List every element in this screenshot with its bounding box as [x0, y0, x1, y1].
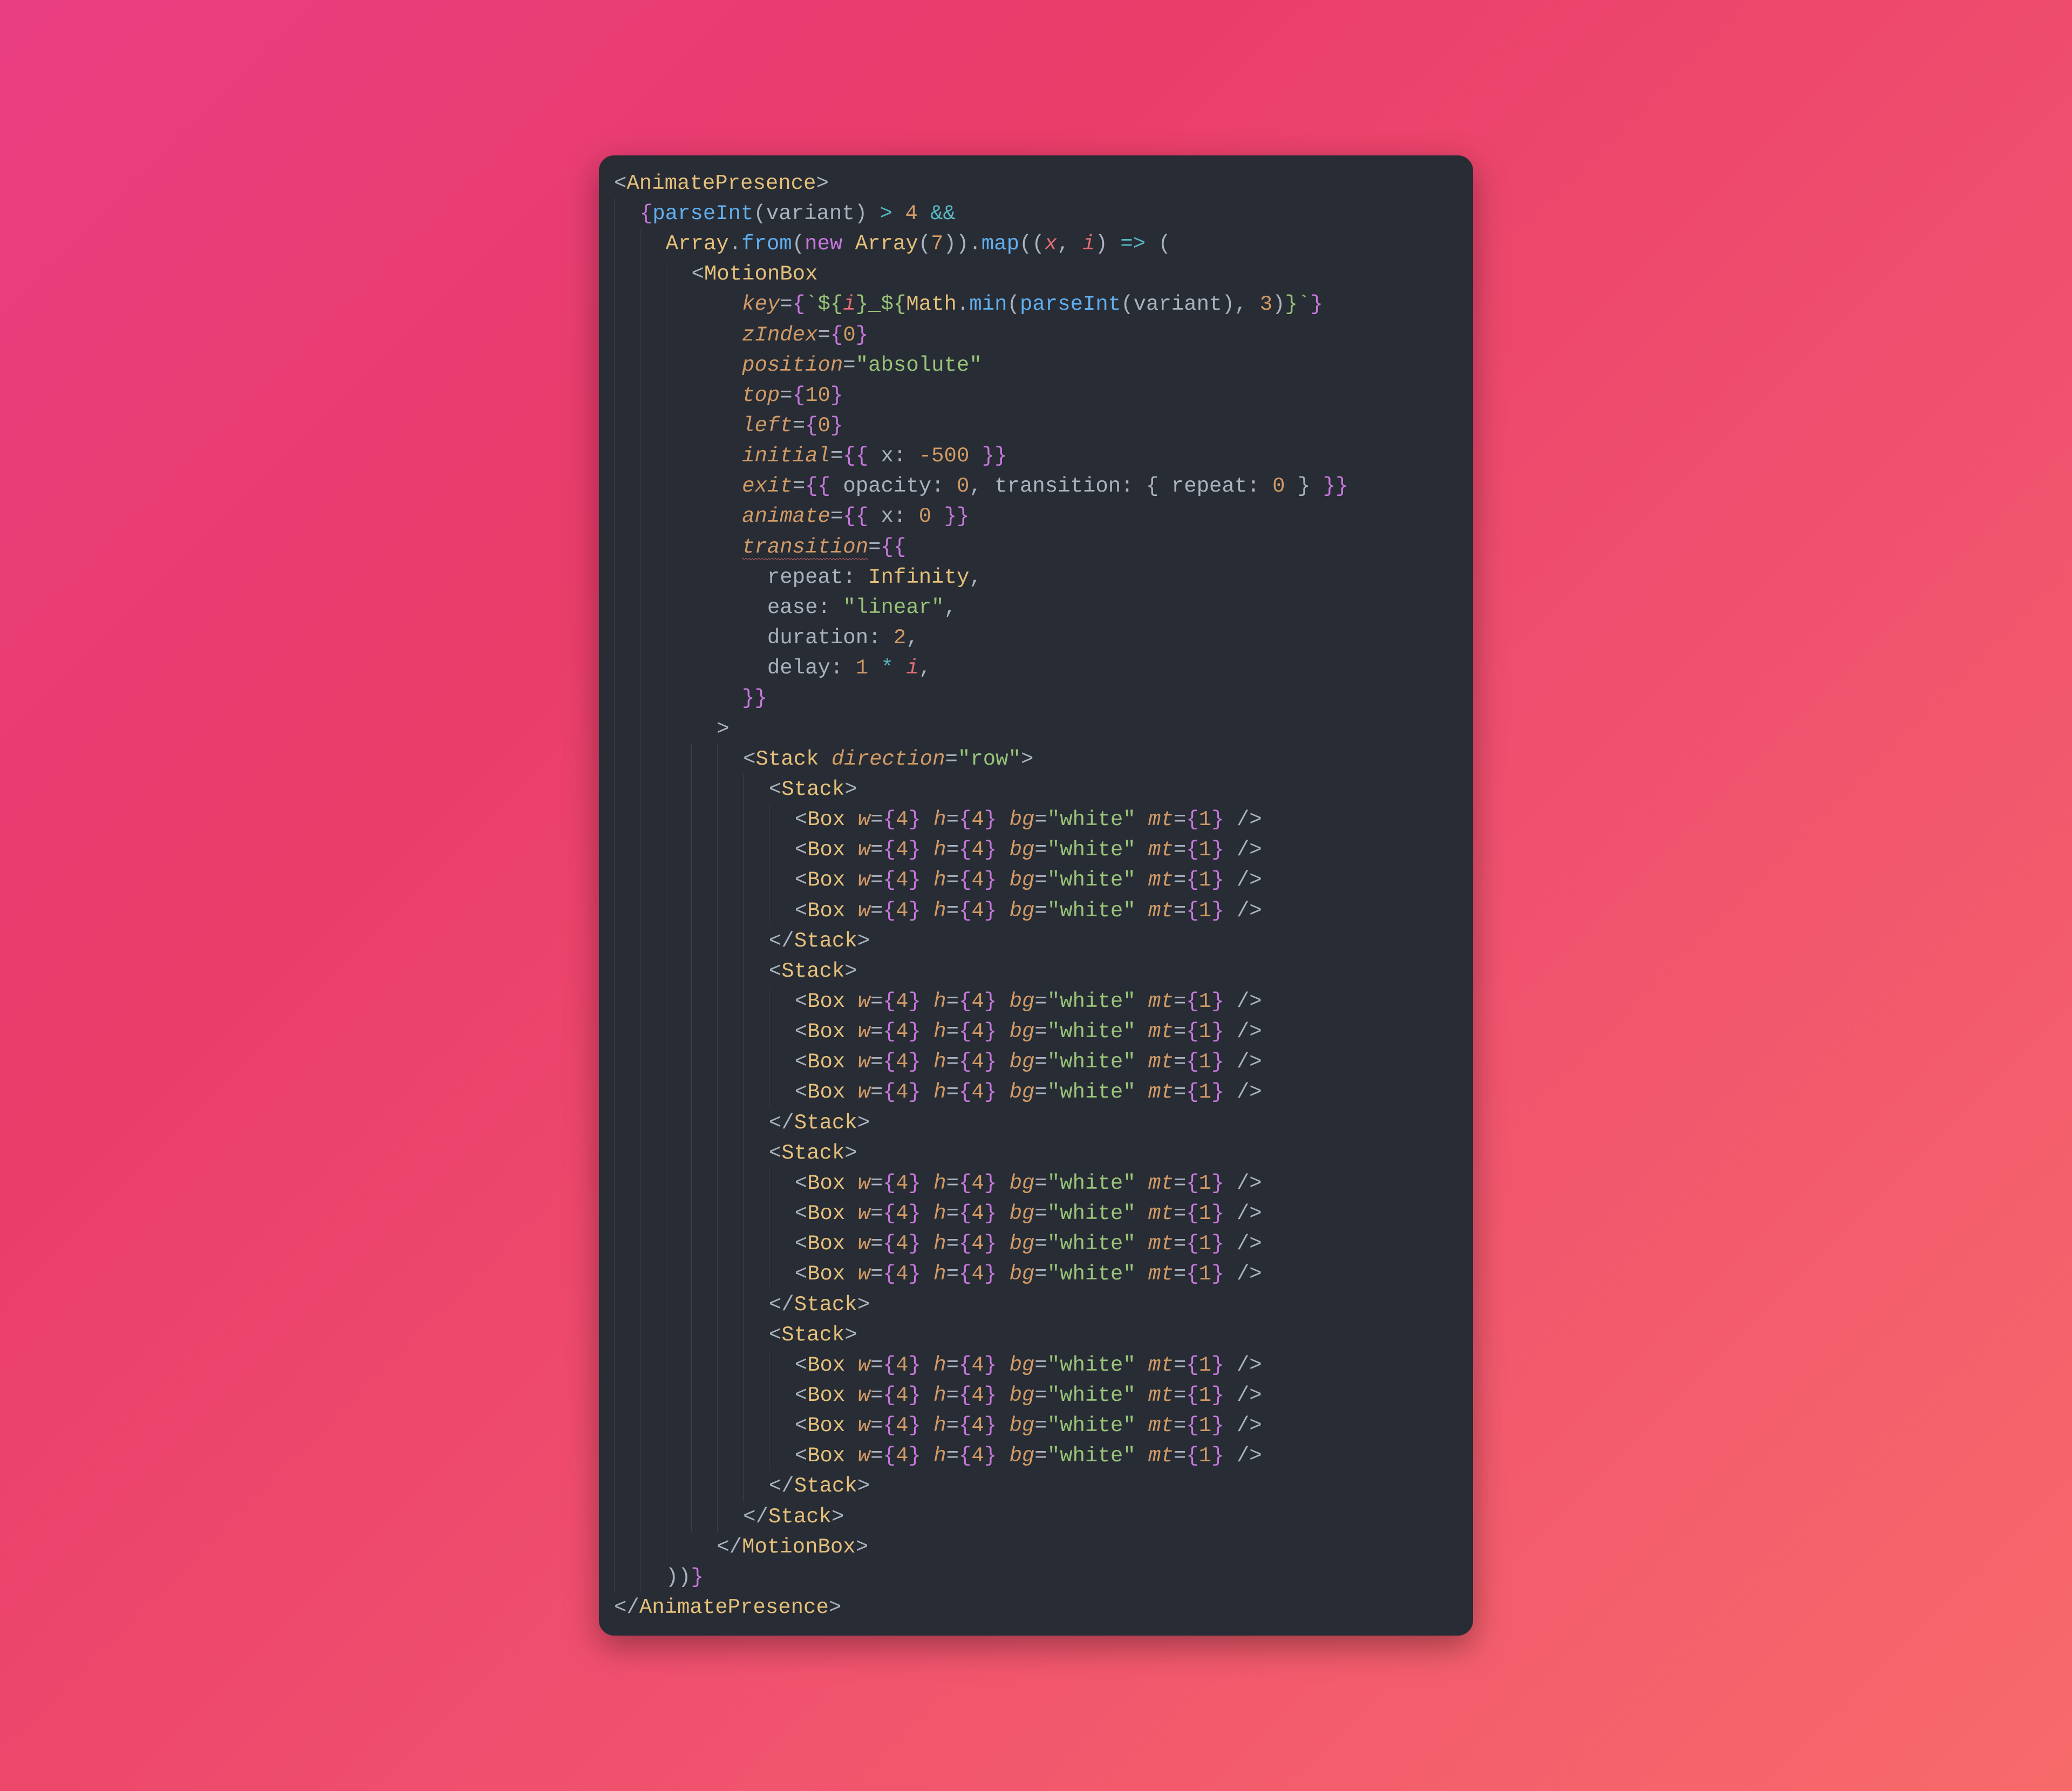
- code-block: <AnimatePresence> {parseInt(variant) > 4…: [614, 168, 1456, 1623]
- code-card: <AnimatePresence> {parseInt(variant) > 4…: [599, 155, 1473, 1636]
